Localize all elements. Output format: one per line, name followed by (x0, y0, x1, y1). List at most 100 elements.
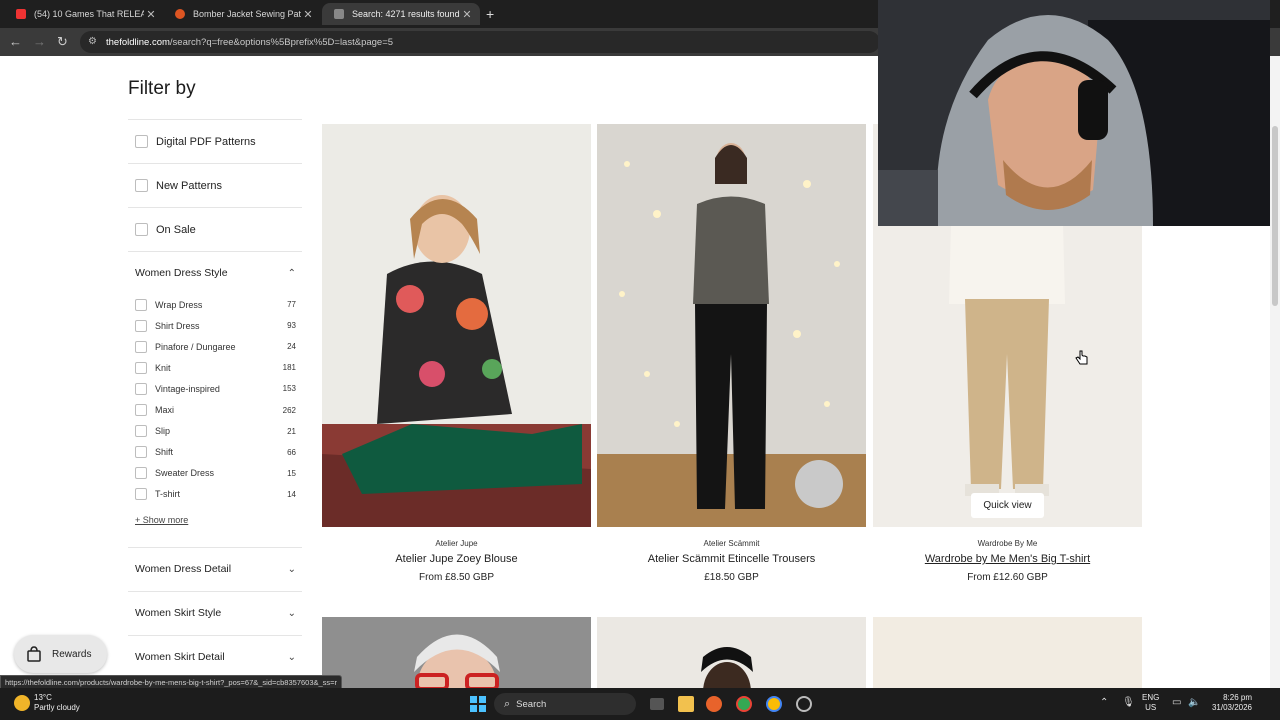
checkbox[interactable] (135, 340, 147, 353)
accordion-women-dress-style[interactable]: Women Dress Style ⌃ (128, 251, 302, 294)
option-vintage[interactable]: Vintage-inspired 153 (128, 378, 302, 399)
product-price: £18.50 GBP (704, 572, 759, 583)
option-slip[interactable]: Slip 21 (128, 421, 302, 442)
option-sweater-dress[interactable]: Sweater Dress 15 (128, 463, 302, 484)
product-card-zoey-blouse[interactable]: Atelier Jupe Atelier Jupe Zoey Blouse Fr… (322, 124, 591, 583)
product-image[interactable] (322, 124, 591, 527)
product-image[interactable] (597, 124, 866, 527)
option-knit[interactable]: Knit 181 (128, 357, 302, 378)
clock[interactable]: 8:26 pm 31/03/2026 (1210, 693, 1252, 713)
option-maxi[interactable]: Maxi 262 (128, 399, 302, 420)
checkbox[interactable] (135, 425, 147, 438)
filter-digital-pdf[interactable]: Digital PDF Patterns (128, 119, 302, 163)
option-count: 66 (287, 447, 296, 457)
product-card-etincelle-trousers[interactable]: Atelier Scämmit Atelier Scämmit Etincell… (597, 124, 866, 583)
network-icon[interactable]: ▭ (1172, 697, 1181, 708)
product-name[interactable]: Atelier Scämmit Etincelle Trousers (597, 553, 866, 565)
close-icon[interactable]: ✕ (301, 8, 315, 21)
partly-cloudy-icon (14, 695, 30, 711)
back-icon[interactable]: ← (9, 34, 22, 49)
tab-title: Search: 4271 results found for "... (352, 9, 460, 19)
tab-title: Bomber Jacket Sewing Pattern |... (193, 9, 301, 19)
rewards-button[interactable]: Rewards (14, 635, 107, 673)
pinterest-icon (175, 9, 185, 19)
option-label: Slip (155, 426, 171, 437)
weather-widget[interactable]: 13°C Partly cloudy (14, 693, 80, 713)
chevron-down-icon: ⌄ (287, 651, 296, 663)
checkbox[interactable] (135, 319, 147, 332)
product-image[interactable] (873, 617, 1142, 688)
accordion-women-skirt-style[interactable]: Women Skirt Style ⌄ (128, 590, 302, 635)
taskbar-search[interactable]: ⌕ Search (494, 693, 636, 715)
accordion-women-skirt-detail[interactable]: Women Skirt Detail ⌄ (128, 634, 302, 679)
filter-new-patterns[interactable]: New Patterns (128, 163, 302, 207)
accordion-women-dress-detail[interactable]: Women Dress Detail ⌄ (128, 546, 302, 591)
language-indicator[interactable]: ENG US (1142, 693, 1159, 713)
microphone-icon[interactable]: 🎙 (1122, 697, 1135, 708)
option-label: Maxi (155, 405, 175, 416)
checkbox[interactable] (135, 135, 148, 148)
option-t-shirt[interactable]: T-shirt 14 (128, 484, 302, 505)
checkbox[interactable] (135, 298, 147, 311)
file-explorer-icon[interactable] (678, 696, 694, 712)
checkbox[interactable] (135, 361, 147, 374)
chevron-up-icon: ⌃ (287, 267, 296, 279)
close-icon[interactable]: ✕ (144, 8, 158, 21)
webcam-overlay (878, 0, 1270, 226)
page-scrollbar[interactable] (1270, 56, 1280, 688)
close-icon[interactable]: ✕ (460, 8, 474, 21)
option-label: Vintage-inspired (155, 383, 220, 394)
reload-icon[interactable]: ↻ (57, 34, 68, 50)
keyboard-region: US (1145, 703, 1157, 712)
product-name[interactable]: Atelier Jupe Zoey Blouse (322, 553, 591, 565)
option-label: Shift (155, 447, 174, 458)
tab-foldline-search[interactable]: Search: 4271 results found for "... ✕ (322, 3, 480, 25)
volume-icon[interactable]: 🔈 (1188, 697, 1200, 708)
tab-youtube[interactable]: (54) 10 Games That RELEASED ... ✕ (4, 3, 164, 25)
option-pinafore[interactable]: Pinafore / Dungaree 24 (128, 336, 302, 357)
scrollbar-thumb[interactable] (1272, 126, 1278, 306)
checkbox[interactable] (135, 179, 148, 192)
option-shift[interactable]: Shift 66 (128, 442, 302, 463)
filter-label: Digital PDF Patterns (156, 135, 256, 148)
brave-browser-icon[interactable] (706, 696, 722, 712)
chevron-up-icon[interactable]: ⌃ (1100, 697, 1108, 708)
settings-icon[interactable] (796, 696, 812, 712)
show-more-link[interactable]: + Show more (128, 505, 302, 547)
product-brand: Atelier Scämmit (703, 539, 760, 548)
option-count: 24 (287, 342, 296, 352)
checkbox[interactable] (135, 446, 147, 459)
site-settings-icon[interactable]: ⚙ (88, 37, 98, 47)
checkbox[interactable] (135, 382, 147, 395)
dress-style-options: Wrap Dress 77 Shirt Dress 93 Pinafore / Du… (128, 294, 302, 505)
language-code: ENG (1142, 693, 1160, 702)
filter-on-sale[interactable]: On Sale (128, 207, 302, 251)
option-wrap-dress[interactable]: Wrap Dress 77 (128, 294, 302, 315)
option-shirt-dress[interactable]: Shirt Dress 93 (128, 315, 302, 336)
new-tab-icon[interactable]: + (486, 6, 494, 22)
chrome-icon[interactable] (766, 696, 782, 712)
product-price: From £8.50 GBP (418, 572, 495, 583)
checkbox[interactable] (135, 467, 147, 480)
windows-start-icon[interactable] (470, 696, 486, 712)
checkbox[interactable] (135, 404, 147, 417)
accordion-label: Women Skirt Style (135, 607, 222, 620)
product-image[interactable] (322, 617, 591, 688)
quick-view-button[interactable]: Quick view (971, 493, 1044, 518)
tab-title: (54) 10 Games That RELEASED ... (34, 9, 144, 19)
shopping-bag-icon (27, 646, 41, 662)
task-view-icon[interactable] (650, 698, 664, 710)
chevron-down-icon: ⌄ (287, 607, 296, 619)
chrome-icon[interactable] (736, 696, 752, 712)
option-label: Wrap Dress (155, 299, 203, 310)
checkbox[interactable] (135, 223, 148, 236)
product-name[interactable]: Wardrobe by Me Men's Big T-shirt (873, 553, 1142, 565)
tab-pinterest[interactable]: Bomber Jacket Sewing Pattern |... ✕ (163, 3, 321, 25)
weather-temp: 13°C (34, 693, 52, 702)
forward-icon[interactable]: → (33, 34, 46, 49)
address-bar[interactable]: ⚙ thefoldline.com /search?q=free&options… (80, 31, 880, 53)
checkbox[interactable] (135, 488, 147, 501)
option-label: Knit (155, 362, 171, 373)
product-image[interactable] (597, 617, 866, 688)
option-count: 15 (287, 468, 296, 478)
